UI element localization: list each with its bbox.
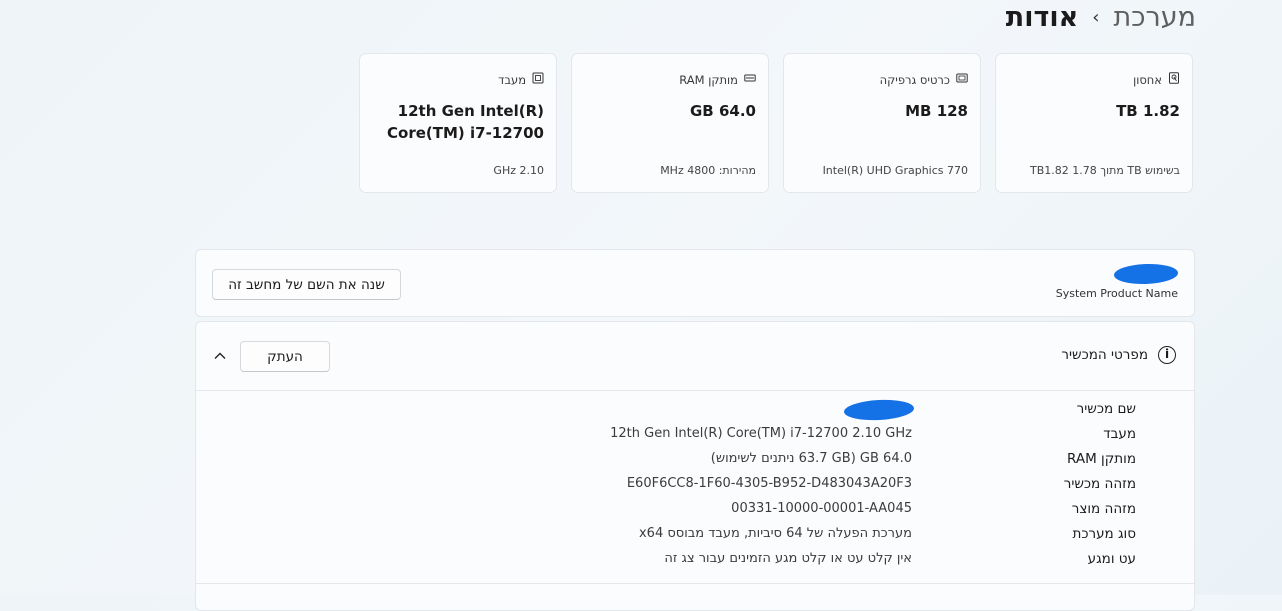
spec-row-label: עט ומגע [1087, 551, 1136, 567]
page-title: אודות [1005, 2, 1079, 33]
rename-pc-button[interactable]: שנה את השם של מחשב זה [212, 269, 401, 300]
spec-value: 128 MB [905, 102, 968, 120]
spec-row-value: 00331-10000-00001-AA045 [731, 501, 912, 516]
redacted-device-name [843, 398, 915, 422]
redacted-device-name [1113, 262, 1179, 286]
spec-value: 12th Gen Intel(R) Core(TM) i7-12700 [387, 102, 544, 142]
device-name-card: System Product Name שנה את השם של מחשב ז… [195, 249, 1195, 317]
info-icon: i [1158, 346, 1176, 364]
chevron-up-icon[interactable] [212, 348, 228, 364]
spec-sub: מהירות: 4800 MHz [660, 164, 756, 177]
spec-row-value: 12th Gen Intel(R) Core(TM) i7-12700 2.10… [610, 426, 912, 441]
gpu-icon [956, 72, 968, 87]
device-specs-list: שם מכשיר מעבד 12th Gen Intel(R) Core(TM)… [196, 398, 1194, 573]
spec-row-label: מזהה מכשיר [1063, 476, 1136, 492]
spec-sub: 2.10 GHz [493, 164, 544, 177]
spec-row-ram: מותקן RAM 64.0 GB (63.7 GB ניתנים לשימוש… [196, 448, 1194, 473]
spec-row-value: 64.0 GB (63.7 GB ניתנים לשימוש) [710, 451, 912, 466]
divider [196, 583, 1194, 584]
copy-button[interactable]: העתק [240, 341, 330, 372]
spec-label: כרטיס גרפיקה [879, 72, 950, 87]
spec-card-processor: מעבד 12th Gen Intel(R) Core(TM) i7-12700… [359, 53, 557, 193]
ram-icon [744, 72, 756, 87]
spec-row-value: אין קלט עט או קלט מגע הזמינים עבור צג זה [664, 551, 912, 566]
spec-card-storage: אחסון 1.82 TB בשימוש TB מתוך 1.78 TB1.82 [995, 53, 1193, 193]
spec-row-pen-touch: עט ומגע אין קלט עט או קלט מגע הזמינים עב… [196, 548, 1194, 573]
spec-row-label: מעבד [1103, 426, 1136, 442]
system-product-name-label: System Product Name [1055, 287, 1178, 300]
device-specs-header[interactable]: i מפרטי המכשיר העתק [196, 322, 1194, 391]
spec-value: 64.0 GB [690, 102, 756, 120]
breadcrumb: מערכת › אודות [1006, 2, 1196, 33]
storage-icon [1168, 72, 1180, 87]
spec-row-product-id: מזהה מוצר 00331-10000-00001-AA045 [196, 498, 1194, 523]
spec-card-header: מותקן RAM [679, 72, 756, 87]
spec-card-header: אחסון [1133, 72, 1180, 87]
spec-row-value: מערכת הפעלה של 64 סיביות, מעבד מבוסס x64 [638, 526, 912, 541]
spec-row-label: מותקן RAM [1067, 451, 1136, 467]
spec-row-label: סוג מערכת [1072, 526, 1136, 542]
spec-row-device-name: שם מכשיר [196, 398, 1194, 423]
spec-row-label: שם מכשיר [1076, 401, 1136, 417]
spec-label: מותקן RAM [679, 72, 738, 87]
spec-value: 1.82 TB [1116, 102, 1180, 120]
spec-row-device-id: מזהה מכשיר E60F6CC8-1F60-4305-B952-D4830… [196, 473, 1194, 498]
spec-sub: בשימוש TB מתוך 1.78 TB1.82 [1029, 164, 1180, 177]
spec-card-ram: מותקן RAM 64.0 GB מהירות: 4800 MHz [571, 53, 769, 193]
cpu-icon [532, 72, 544, 87]
spec-row-label: מזהה מוצר [1071, 501, 1136, 517]
spec-card-header: מעבד [498, 72, 544, 87]
device-specs-card: i מפרטי המכשיר העתק שם מכשיר מעבד 12th G… [195, 321, 1195, 611]
spec-label: אחסון [1133, 72, 1162, 87]
breadcrumb-parent-system[interactable]: מערכת [1113, 2, 1196, 33]
spec-row-processor: מעבד 12th Gen Intel(R) Core(TM) i7-12700… [196, 423, 1194, 448]
chevron-right-icon: › [1092, 7, 1100, 28]
spec-label: מעבד [498, 72, 526, 87]
spec-sub: Intel(R) UHD Graphics 770 [822, 164, 968, 177]
spec-card-graphics: כרטיס גרפיקה 128 MB Intel(R) UHD Graphic… [783, 53, 981, 193]
device-specs-title: מפרטי המכשיר [1061, 347, 1148, 363]
spec-row-system-type: סוג מערכת מערכת הפעלה של 64 סיביות, מעבד… [196, 523, 1194, 548]
spec-card-header: כרטיס גרפיקה [880, 72, 968, 87]
spec-row-value: E60F6CC8-1F60-4305-B952-D483043A20F3 [626, 476, 912, 491]
